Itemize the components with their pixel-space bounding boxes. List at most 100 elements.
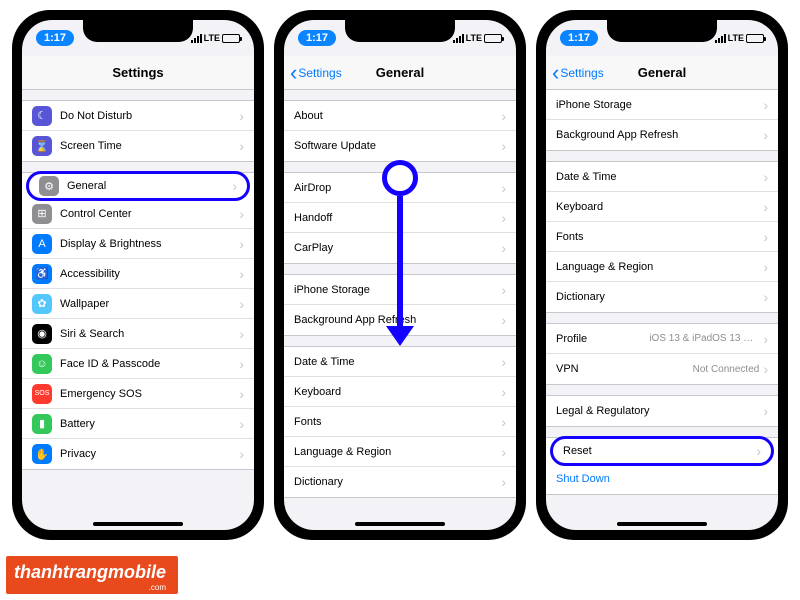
chevron-right-icon: › <box>501 210 506 226</box>
row-language-region[interactable]: Language & Region› <box>546 252 778 282</box>
chevron-right-icon: › <box>763 97 768 113</box>
watermark-logo: thanhtrangmobile .com <box>6 556 178 594</box>
carrier-label: LTE <box>204 33 220 43</box>
hand-icon: ✋ <box>32 444 52 464</box>
chevron-right-icon: › <box>501 180 506 196</box>
row-faceid[interactable]: ☺Face ID & Passcode› <box>22 349 254 379</box>
chevron-right-icon: › <box>763 403 768 419</box>
row-keyboard[interactable]: Keyboard› <box>284 377 516 407</box>
chevron-right-icon: › <box>501 384 506 400</box>
chevron-right-icon: › <box>239 206 244 222</box>
row-fonts[interactable]: Fonts› <box>546 222 778 252</box>
settings-list[interactable]: ☾Do Not Disturb› ⌛Screen Time› ⚙General›… <box>22 90 254 530</box>
carrier-label: LTE <box>466 33 482 43</box>
chevron-right-icon: › <box>756 443 761 459</box>
row-wallpaper[interactable]: ✿Wallpaper› <box>22 289 254 319</box>
row-legal[interactable]: Legal & Regulatory› <box>546 396 778 426</box>
row-background-refresh[interactable]: Background App Refresh› <box>546 120 778 150</box>
row-dictionary[interactable]: Dictionary› <box>284 467 516 497</box>
flower-icon: ✿ <box>32 294 52 314</box>
screen-1: 1:17 LTE Settings ☾Do Not Disturb› ⌛Scre… <box>22 20 254 530</box>
row-iphone-storage[interactable]: iPhone Storage› <box>284 275 516 305</box>
row-airdrop[interactable]: AirDrop› <box>284 173 516 203</box>
row-about[interactable]: About› <box>284 101 516 131</box>
chevron-right-icon: › <box>501 444 506 460</box>
chevron-right-icon: › <box>501 312 506 328</box>
chevron-right-icon: › <box>763 127 768 143</box>
switches-icon: ⊞ <box>32 204 52 224</box>
chevron-right-icon: › <box>239 296 244 312</box>
logo-text: thanhtrangmobile <box>14 562 166 582</box>
row-date-time[interactable]: Date & Time› <box>546 162 778 192</box>
row-handoff[interactable]: Handoff› <box>284 203 516 233</box>
row-privacy[interactable]: ✋Privacy› <box>22 439 254 469</box>
row-vpn[interactable]: VPNNot Connected› <box>546 354 778 384</box>
row-dictionary[interactable]: Dictionary› <box>546 282 778 312</box>
chevron-right-icon: › <box>239 108 244 124</box>
status-right: LTE <box>715 33 764 43</box>
row-fonts[interactable]: Fonts› <box>284 407 516 437</box>
row-iphone-storage[interactable]: iPhone Storage› <box>546 90 778 120</box>
general-list-scrolled[interactable]: iPhone Storage› Background App Refresh› … <box>546 90 778 530</box>
back-button[interactable]: Settings <box>552 66 604 80</box>
chevron-right-icon: › <box>763 259 768 275</box>
logo-subtext: .com <box>14 583 166 592</box>
general-list[interactable]: About› Software Update› AirDrop› Handoff… <box>284 90 516 530</box>
chevron-right-icon: › <box>501 138 506 154</box>
carrier-label: LTE <box>728 33 744 43</box>
chevron-right-icon: › <box>763 199 768 215</box>
status-right: LTE <box>453 33 502 43</box>
row-profile[interactable]: ProfileiOS 13 & iPadOS 13 Beta Softwar..… <box>546 324 778 354</box>
row-do-not-disturb[interactable]: ☾Do Not Disturb› <box>22 101 254 131</box>
row-shutdown[interactable]: Shut Down <box>546 464 778 494</box>
row-language-region[interactable]: Language & Region› <box>284 437 516 467</box>
chevron-right-icon: › <box>239 236 244 252</box>
chevron-right-icon: › <box>501 414 506 430</box>
status-right: LTE <box>191 33 240 43</box>
signal-icon <box>191 34 202 43</box>
three-phone-layout: 1:17 LTE Settings ☾Do Not Disturb› ⌛Scre… <box>0 0 800 540</box>
row-screen-time[interactable]: ⌛Screen Time› <box>22 131 254 161</box>
row-siri[interactable]: ◉Siri & Search› <box>22 319 254 349</box>
chevron-right-icon: › <box>239 138 244 154</box>
faceid-icon: ☺ <box>32 354 52 374</box>
row-background-refresh[interactable]: Background App Refresh› <box>284 305 516 335</box>
row-carplay[interactable]: CarPlay› <box>284 233 516 263</box>
screen-3: 1:17 LTE Settings General iPhone Storage… <box>546 20 778 530</box>
sos-icon: SOS <box>32 384 52 404</box>
chevron-right-icon: › <box>501 240 506 256</box>
time-indicator: 1:17 <box>298 30 336 46</box>
notch <box>607 20 717 42</box>
home-indicator[interactable] <box>617 522 707 526</box>
chevron-right-icon: › <box>763 169 768 185</box>
chevron-right-icon: › <box>501 354 506 370</box>
page-title: Settings <box>112 65 163 80</box>
navbar-general: Settings General <box>546 56 778 90</box>
row-general[interactable]: ⚙General› <box>26 171 250 201</box>
row-sos[interactable]: SOSEmergency SOS› <box>22 379 254 409</box>
moon-icon: ☾ <box>32 106 52 126</box>
battery-row-icon: ▮ <box>32 414 52 434</box>
row-accessibility[interactable]: ♿Accessibility› <box>22 259 254 289</box>
signal-icon <box>715 34 726 43</box>
home-indicator[interactable] <box>355 522 445 526</box>
notch <box>345 20 455 42</box>
siri-icon: ◉ <box>32 324 52 344</box>
row-keyboard[interactable]: Keyboard› <box>546 192 778 222</box>
row-date-time[interactable]: Date & Time› <box>284 347 516 377</box>
chevron-right-icon: › <box>763 361 768 377</box>
page-title: General <box>638 65 686 80</box>
vpn-value: Not Connected <box>693 364 760 375</box>
signal-icon <box>453 34 464 43</box>
back-button[interactable]: Settings <box>290 66 342 80</box>
row-reset[interactable]: Reset› <box>550 436 774 466</box>
row-software-update[interactable]: Software Update› <box>284 131 516 161</box>
chevron-right-icon: › <box>501 282 506 298</box>
chevron-right-icon: › <box>239 356 244 372</box>
row-control-center[interactable]: ⊞Control Center› <box>22 199 254 229</box>
row-battery[interactable]: ▮Battery› <box>22 409 254 439</box>
row-display[interactable]: ADisplay & Brightness› <box>22 229 254 259</box>
notch <box>83 20 193 42</box>
home-indicator[interactable] <box>93 522 183 526</box>
chevron-right-icon: › <box>239 416 244 432</box>
